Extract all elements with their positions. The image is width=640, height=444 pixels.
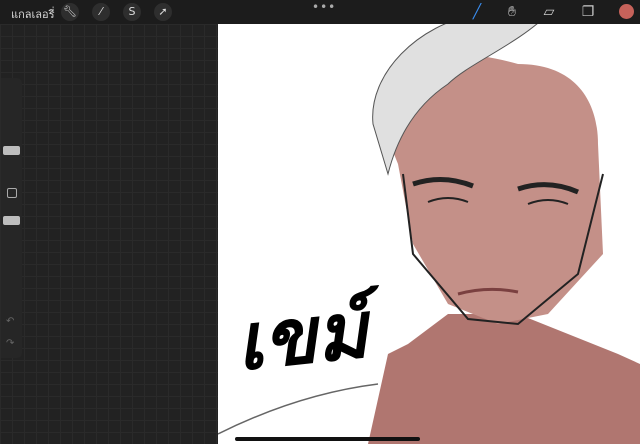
smudge-icon[interactable]: ✋︎ — [502, 2, 522, 22]
brush-icon[interactable]: ╱ — [467, 2, 487, 22]
modify-button[interactable] — [7, 188, 17, 198]
canvas-background — [0, 24, 218, 444]
handwritten-text: เขม์ — [231, 284, 372, 389]
layers-icon[interactable]: ❐ — [578, 2, 598, 22]
color-icon[interactable] — [619, 4, 634, 19]
gallery-button[interactable]: แกลเลอรี่ — [11, 5, 55, 23]
wrench-icon[interactable]: 🔧︎ — [61, 3, 79, 21]
opacity-slider[interactable] — [3, 216, 20, 225]
undo-icon[interactable]: ↶ — [6, 316, 14, 327]
selection-icon[interactable]: S — [123, 3, 141, 21]
brush-size-slider[interactable] — [3, 146, 20, 155]
more-menu[interactable]: ••• — [312, 0, 336, 14]
top-toolbar: แกลเลอรี่ 🔧︎ ⁄ S ➚ ••• ╱ ✋︎ ▱ ❐ — [0, 0, 640, 24]
transform-arrow-icon[interactable]: ➚ — [154, 3, 172, 21]
drawing-canvas[interactable]: เขม์ — [218, 24, 640, 444]
eraser-icon[interactable]: ▱ — [539, 2, 559, 22]
home-indicator — [235, 437, 420, 441]
redo-icon[interactable]: ↷ — [6, 338, 14, 349]
sidebar: ↶ ↷ — [1, 78, 22, 358]
magic-wand-icon[interactable]: ⁄ — [92, 3, 110, 21]
